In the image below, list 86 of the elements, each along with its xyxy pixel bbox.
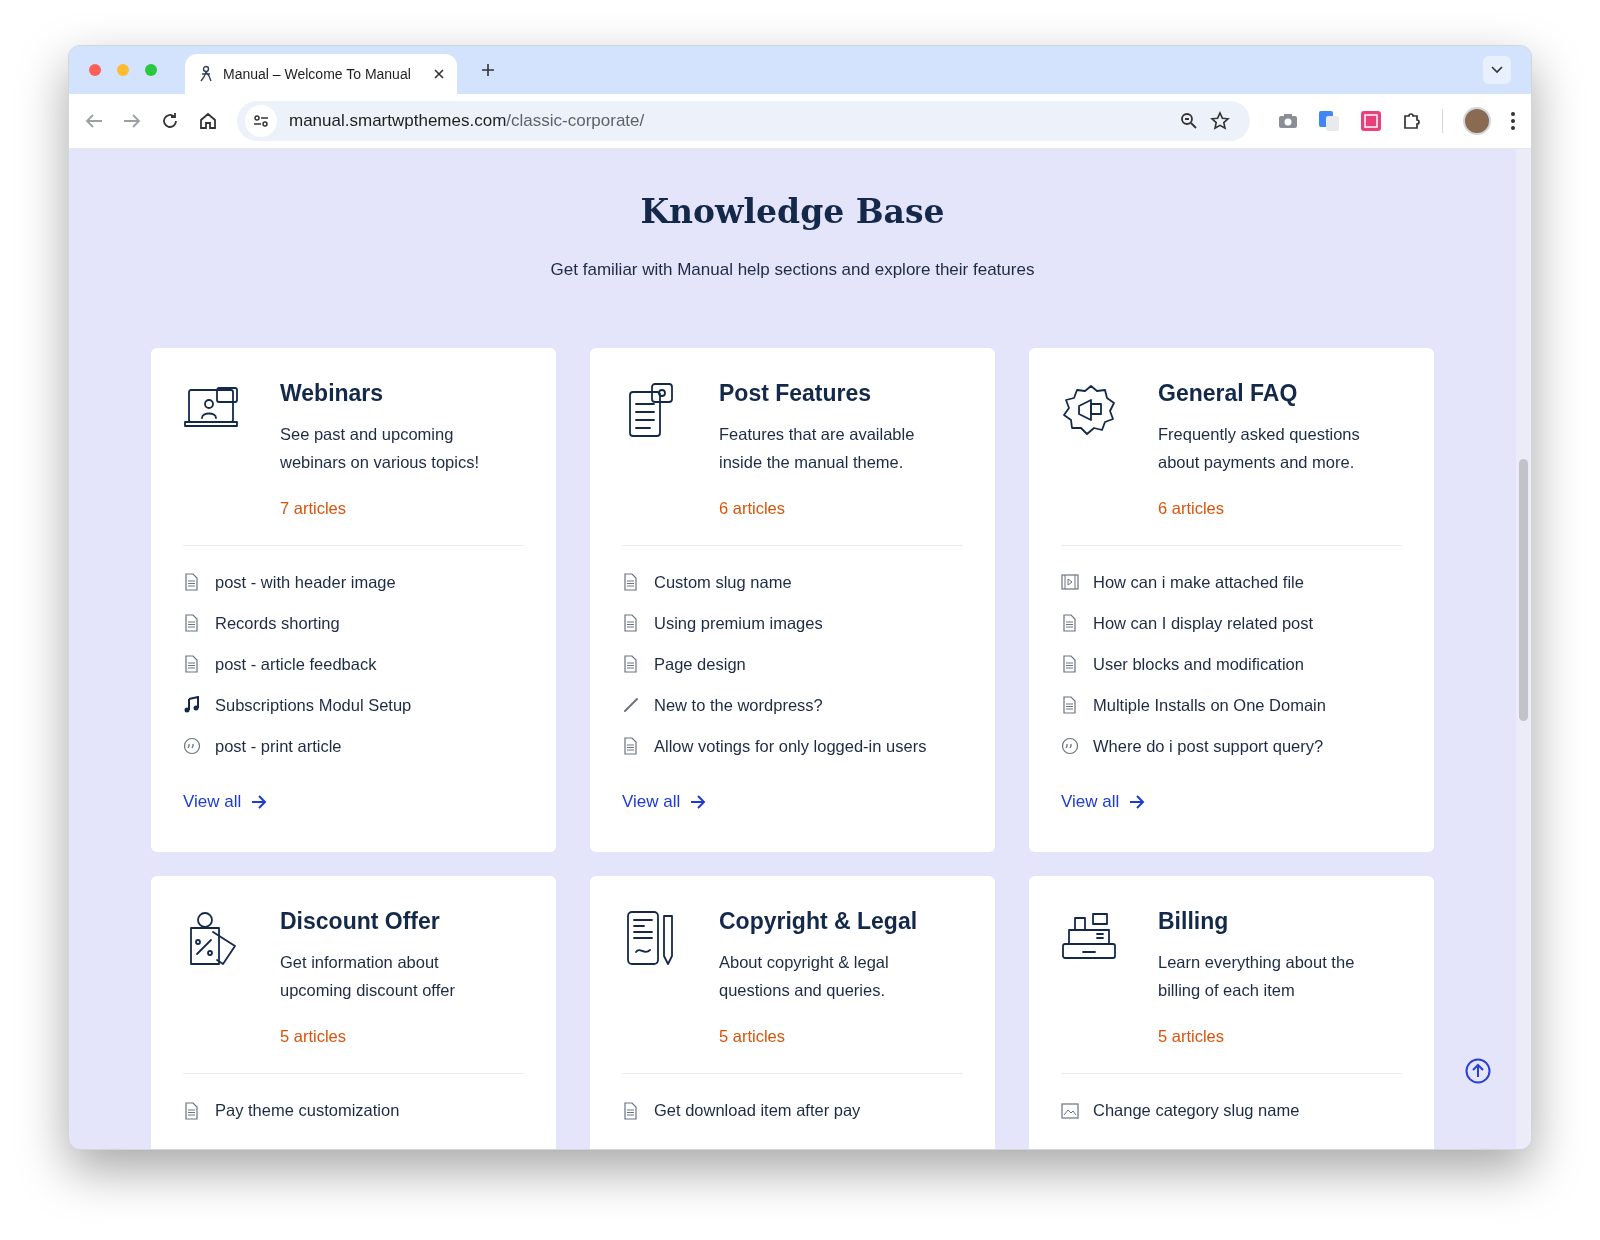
view-all-link[interactable]: View all <box>183 788 268 815</box>
page-heading: Knowledge Base <box>639 191 946 233</box>
article-link[interactable]: Page design <box>622 643 963 685</box>
view-all-link[interactable]: View all <box>1061 788 1146 815</box>
tab-title: Manual – Welcome To Manual <box>223 64 412 84</box>
document-icon <box>622 655 640 674</box>
quote-icon <box>1061 737 1079 756</box>
article-link[interactable]: Where do i post support query? <box>1061 725 1402 767</box>
image-file-icon <box>1061 1101 1079 1120</box>
document-icon <box>622 737 640 756</box>
article-link[interactable]: Multiple Installs on One Domain <box>1061 684 1402 726</box>
tab-search-button[interactable] <box>1483 56 1511 84</box>
arrow-right-icon <box>690 794 707 809</box>
document-icon <box>1061 696 1079 715</box>
category-description: Learn everything about the billing of each item <box>1158 952 1356 1002</box>
browser-tab[interactable]: Manual – Welcome To Manual <box>185 54 457 94</box>
article-link[interactable]: Pay theme customization <box>183 1090 524 1131</box>
article-count: 7 articles <box>280 498 348 519</box>
article-link[interactable]: post - article feedback <box>183 643 524 685</box>
megaphone-badge-icon <box>1061 382 1117 438</box>
zoom-icon[interactable] <box>1180 112 1198 130</box>
article-link[interactable]: How can i make attached file <box>1061 561 1402 603</box>
category-title[interactable]: Discount Offer <box>280 906 510 937</box>
article-count: 6 articles <box>719 498 787 519</box>
new-tab-icon[interactable] <box>481 63 495 77</box>
article-link[interactable]: User blocks and modification <box>1061 643 1402 685</box>
document-icon <box>183 614 201 633</box>
category-title[interactable]: General FAQ <box>1158 378 1388 408</box>
address-bar[interactable]: manual.smartwpthemes.com/classic-corporate/ <box>237 101 1250 141</box>
category-description: Features that are available inside the manual theme. <box>719 424 916 473</box>
article-count: 6 articles <box>1158 498 1226 519</box>
article-link[interactable]: Records shorting <box>183 602 524 644</box>
category-description: About copyright & legal questions and queries. <box>719 952 890 1002</box>
article-link[interactable]: Custom slug name <box>622 561 963 603</box>
article-link[interactable]: Allow votings for only logged-in users <box>622 725 963 767</box>
article-count: 5 articles <box>719 1026 787 1048</box>
scroll-to-top-icon[interactable] <box>1465 1058 1491 1084</box>
category-description: Get information about upcoming discount offer <box>280 952 456 1002</box>
arrow-right-icon <box>251 794 268 809</box>
document-icon <box>1061 655 1079 674</box>
menu-icon[interactable] <box>1511 112 1515 130</box>
close-tab-icon[interactable] <box>433 68 445 80</box>
article-link[interactable]: Get download item after pay <box>622 1090 963 1131</box>
translate-icon[interactable] <box>1318 110 1340 132</box>
category-title[interactable]: Webinars <box>280 378 510 408</box>
site-settings-icon[interactable] <box>253 114 269 128</box>
tab-favicon-icon <box>197 65 215 83</box>
article-link[interactable]: Using premium images <box>622 602 963 644</box>
music-note-icon <box>183 696 201 715</box>
document-icon <box>183 1101 201 1120</box>
article-count: 5 articles <box>1158 1026 1226 1048</box>
extension-icon[interactable] <box>1360 110 1382 132</box>
back-icon[interactable] <box>85 113 103 129</box>
category-description: See past and upcoming webinars on various topics! <box>280 424 480 473</box>
article-link[interactable]: post - with header image <box>183 561 524 603</box>
category-description: Frequently asked questions about payments and more. <box>1158 424 1361 473</box>
category-title[interactable]: Post Features <box>719 378 949 408</box>
reload-icon[interactable] <box>161 112 179 130</box>
article-count: 5 articles <box>280 1026 348 1048</box>
arrow-right-icon <box>1129 794 1146 809</box>
article-link[interactable]: Change category slug name <box>1061 1090 1402 1131</box>
puzzle-icon[interactable] <box>1402 111 1422 131</box>
category-title[interactable]: Copyright & Legal <box>719 906 949 937</box>
video-file-icon <box>1061 573 1079 592</box>
document-icon <box>622 614 640 633</box>
page-subheading: Get familiar with Manual help sections and explore their features <box>549 258 1036 281</box>
forward-icon[interactable] <box>123 113 141 129</box>
document-icon <box>622 1101 640 1120</box>
camera-icon[interactable] <box>1278 113 1298 129</box>
category-title[interactable]: Billing <box>1158 906 1388 937</box>
article-link[interactable]: Subscriptions Modul Setup <box>183 684 524 726</box>
document-icon <box>622 573 640 592</box>
profile-avatar[interactable] <box>1463 107 1491 135</box>
star-icon[interactable] <box>1210 111 1230 131</box>
document-icon <box>183 573 201 592</box>
document-icon <box>183 655 201 674</box>
article-link[interactable]: New to the wordpress? <box>622 684 963 726</box>
home-icon[interactable] <box>199 112 217 130</box>
quote-icon <box>183 737 201 756</box>
view-all-link[interactable]: View all <box>622 788 707 815</box>
scrollbar[interactable] <box>1516 149 1531 1149</box>
article-link[interactable]: How can I display related post <box>1061 602 1402 644</box>
document-icon <box>1061 614 1079 633</box>
article-link[interactable]: post - print article <box>183 725 524 767</box>
chevron-down-icon <box>1491 66 1503 74</box>
url-text: manual.smartwpthemes.com/classic-corporate/ <box>289 110 646 133</box>
